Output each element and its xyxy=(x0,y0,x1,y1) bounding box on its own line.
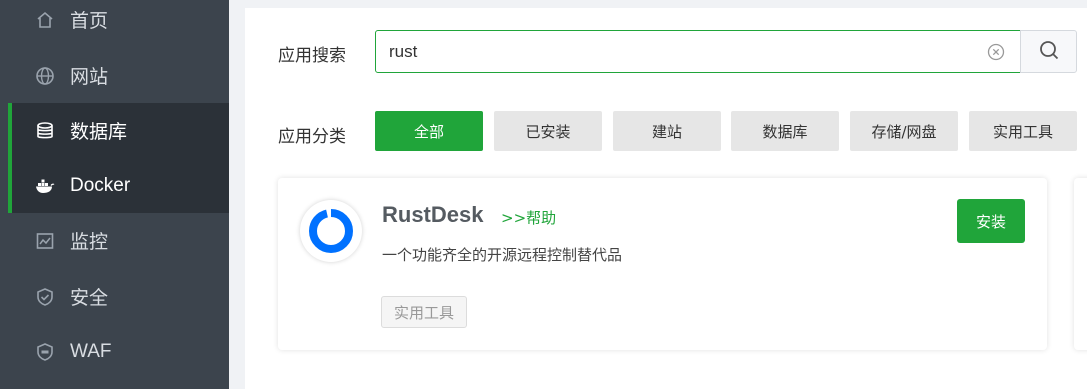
waf-shield-icon xyxy=(35,342,55,362)
help-link[interactable]: >>帮助 xyxy=(501,207,556,228)
sidebar-item-security[interactable]: 安全 xyxy=(8,269,229,324)
sidebar-item-waf[interactable]: WAF xyxy=(8,324,229,379)
rustdesk-logo-icon xyxy=(300,200,362,262)
category-website[interactable]: 建站 xyxy=(613,111,721,151)
sidebar-edge xyxy=(0,0,8,389)
sidebar-item-label: 首页 xyxy=(70,10,109,32)
database-icon xyxy=(35,121,55,141)
app-tag: 实用工具 xyxy=(381,296,468,328)
globe-icon xyxy=(35,66,55,86)
install-button[interactable]: 安装 xyxy=(957,199,1025,243)
sidebar-item-label: WAF xyxy=(70,340,112,362)
sidebar-item-database[interactable]: 数据库 xyxy=(8,103,229,158)
app-card: RustDesk >>帮助 一个功能齐全的开源远程控制替代品 实用工具 安装 xyxy=(278,178,1047,350)
app-name: RustDesk xyxy=(382,202,484,227)
shield-icon xyxy=(35,287,55,307)
clear-circle-icon[interactable] xyxy=(987,43,1005,61)
sidebar-item-label: Docker xyxy=(70,174,131,196)
category-installed[interactable]: 已安装 xyxy=(494,111,602,151)
category-all[interactable]: 全部 xyxy=(375,111,483,151)
search-button[interactable] xyxy=(1020,30,1077,73)
sidebar: 首页 网站 数据库 Docker 监控 安全 WAF xyxy=(0,0,229,389)
sidebar-item-label: 数据库 xyxy=(70,121,128,143)
next-app-card xyxy=(1074,178,1087,350)
category-storage[interactable]: 存储/网盘 xyxy=(850,111,958,151)
home-icon xyxy=(35,10,55,30)
monitor-icon xyxy=(35,231,55,251)
docker-icon xyxy=(35,176,55,196)
sidebar-item-website[interactable]: 网站 xyxy=(8,48,229,103)
app-root: 首页 网站 数据库 Docker 监控 安全 WAF 应用搜索 rust 应用分… xyxy=(0,0,1087,389)
app-store-panel: 应用搜索 应用分类 全部 已安装 建站 数据库 存储/网盘 实用工具 xyxy=(245,8,1087,389)
category-tools[interactable]: 实用工具 xyxy=(969,111,1077,151)
sidebar-item-home[interactable]: 首页 xyxy=(8,0,229,47)
category-label: 应用分类 xyxy=(278,127,346,147)
category-database[interactable]: 数据库 xyxy=(731,111,839,151)
sidebar-item-monitor[interactable]: 监控 xyxy=(8,213,229,268)
search-input[interactable] xyxy=(389,39,969,65)
search-label: 应用搜索 xyxy=(278,46,346,66)
search-box xyxy=(375,30,1021,73)
sidebar-item-label: 网站 xyxy=(70,66,109,88)
sidebar-item-label: 监控 xyxy=(70,231,109,253)
search-icon xyxy=(1038,39,1060,65)
app-description: 一个功能齐全的开源远程控制替代品 xyxy=(382,246,623,264)
sidebar-item-label: 安全 xyxy=(70,287,109,309)
sidebar-item-docker[interactable]: Docker xyxy=(8,158,229,213)
